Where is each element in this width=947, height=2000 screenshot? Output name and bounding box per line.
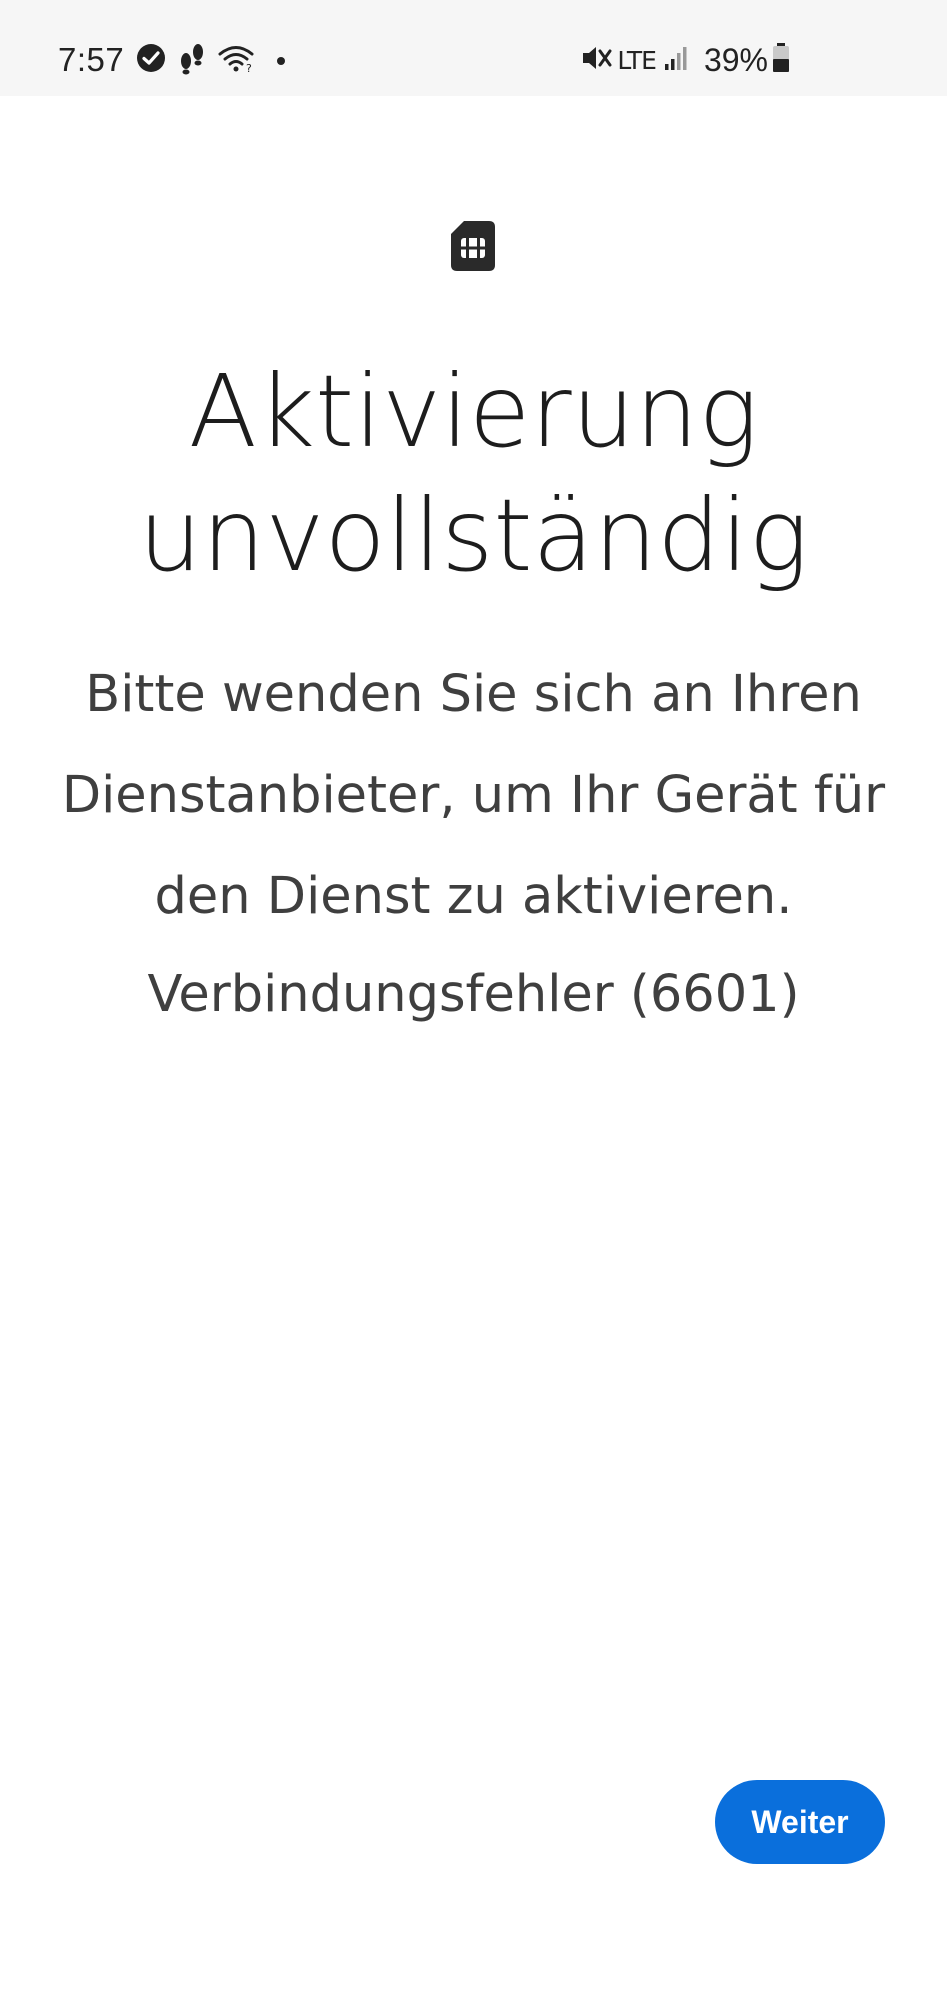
next-button[interactable]: Weiter — [715, 1780, 885, 1864]
battery-icon — [772, 43, 790, 77]
page-title: Aktivierung unvollständig — [0, 350, 947, 598]
mute-icon — [581, 43, 613, 77]
page-title-line: unvollständig — [138, 477, 809, 594]
status-bar-right: LTE 39% — [581, 36, 790, 84]
battery-percent: 39% — [703, 41, 768, 78]
dot-icon — [276, 51, 286, 70]
activation-screen: 7:57 ? LTE 39% Aktivierung unvollständig… — [0, 0, 947, 2000]
status-time: 7:57 — [58, 41, 125, 78]
error-code: Verbindungsfehler (6601) — [147, 965, 800, 1024]
check-circle-icon — [136, 43, 166, 77]
page-title-line: Aktivierung — [188, 353, 759, 470]
status-bar: 7:57 ? LTE 39% — [0, 0, 947, 96]
network-type: LTE — [617, 45, 657, 75]
message-line: den Dienst zu aktivieren. — [154, 867, 793, 926]
message-line: Dienstanbieter, um Ihr Gerät für — [61, 766, 886, 825]
svg-text:?: ? — [246, 62, 252, 73]
signal-icon — [664, 44, 690, 76]
steps-icon — [178, 41, 206, 79]
activation-message: Bitte wenden Sie sich an Ihren Dienstanb… — [40, 644, 907, 947]
sim-card-icon — [450, 220, 496, 272]
status-bar-left: 7:57 ? — [58, 36, 286, 84]
message-line: Bitte wenden Sie sich an Ihren — [85, 665, 862, 724]
wifi-icon: ? — [218, 43, 254, 77]
